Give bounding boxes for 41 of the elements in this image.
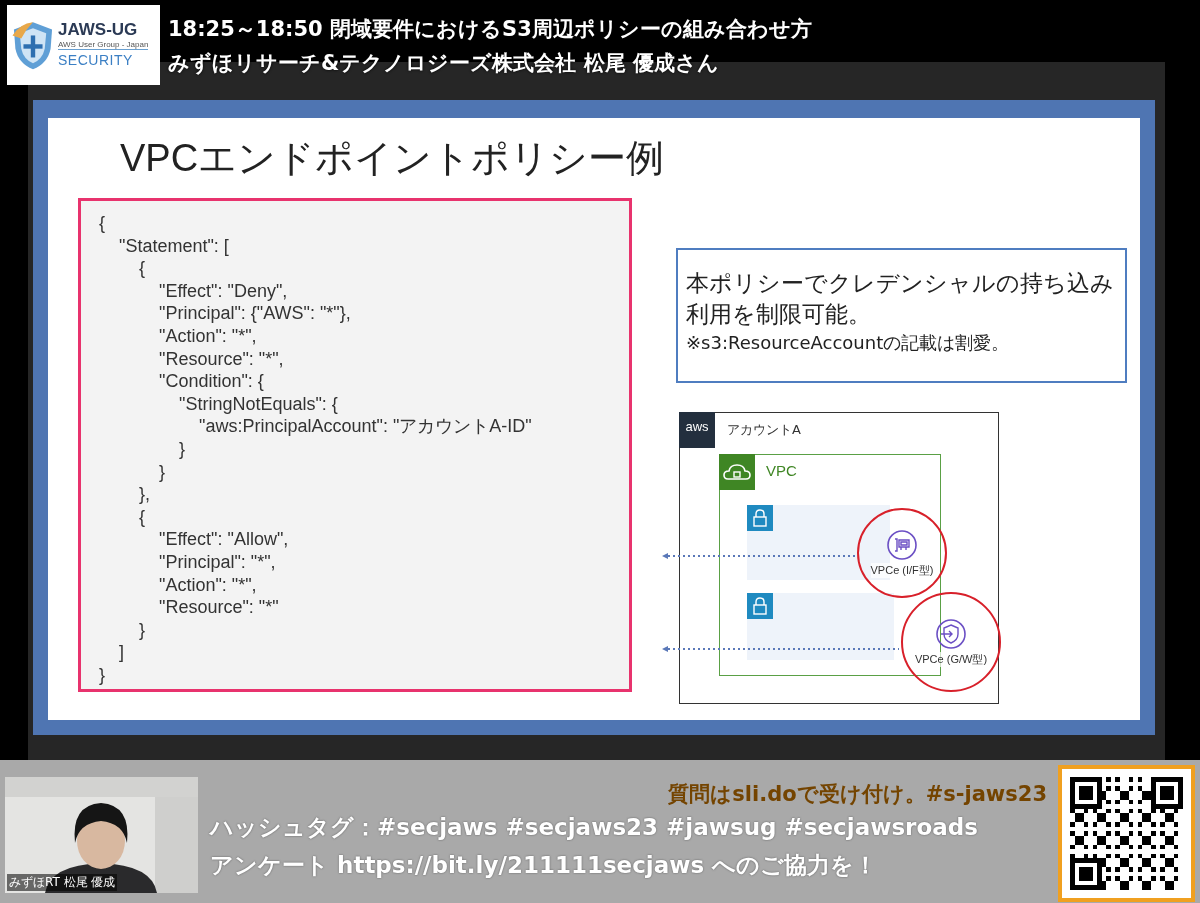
- code-line: ]: [118, 641, 125, 664]
- code-line: },: [138, 483, 152, 506]
- code-line: }: [178, 437, 187, 461]
- code-line: }: [99, 663, 106, 687]
- code-line: }: [158, 460, 167, 484]
- vpc-label: VPC: [766, 462, 797, 479]
- code-line: "Condition": {: [158, 370, 265, 393]
- code-line: {: [138, 257, 147, 280]
- notice-text: 質問はsli.doで受け付け。#s-jaws23: [668, 781, 1047, 808]
- code-line: "Action": "*",: [158, 573, 258, 597]
- logo-subtitle: AWS User Group - Japan: [58, 40, 149, 50]
- webcam-caption: みずほRT 松尾 優成: [7, 874, 118, 891]
- callout-text: 利用を制限可能。: [686, 300, 872, 329]
- session-title: 18:25～18:50 閉域要件におけるS3周辺ポリシーの組み合わせ方: [168, 16, 812, 43]
- code-line: "Statement": [: [118, 234, 230, 258]
- code-line: {: [138, 505, 147, 529]
- aws-badge: aws: [679, 412, 715, 448]
- logo-title: JAWS-UG: [58, 20, 138, 40]
- network-card-icon: [886, 528, 918, 561]
- code-line: "Effect": "Allow",: [158, 528, 290, 551]
- callout-note: ※s3:ResourceAccountの記載は割愛。: [686, 331, 1011, 355]
- lock-icon: [747, 593, 773, 619]
- code-line: "Resource": "*": [158, 596, 280, 619]
- speaker-name: みずほリサーチ&テクノロジーズ株式会社 松尾 優成さん: [168, 50, 720, 77]
- code-line: "aws:PrincipalAccount": "アカウントA-ID": [198, 415, 533, 438]
- code-line: "StringNotEquals": {: [178, 392, 339, 416]
- code-line: "Principal": "*",: [158, 550, 277, 574]
- code-line: {: [99, 212, 106, 235]
- code-line: }: [138, 618, 147, 642]
- code-line: "Principal": {"AWS": "*"},: [158, 302, 352, 325]
- cloud-lock-icon: [719, 454, 755, 490]
- account-label: アカウントA: [727, 421, 801, 439]
- code-line: "Effect": "Deny",: [158, 279, 289, 303]
- code-line: "Action": "*",: [158, 324, 258, 348]
- logo-label: SECURITY: [58, 51, 133, 70]
- code-line: "Resource": "*",: [158, 347, 285, 371]
- slide-title: VPCエンドポイントポリシー例: [119, 136, 662, 181]
- info-text: ハッシュタグ：#secjaws #secjaws23 #jawsug #secjawsroads: [210, 813, 979, 842]
- callout-text: 本ポリシーでクレデンシャルの持ち込み: [686, 269, 1115, 298]
- lock-icon: [747, 505, 773, 531]
- info-text: アンケート https://bit.ly/211111secjaws へのご協力を！: [210, 851, 879, 880]
